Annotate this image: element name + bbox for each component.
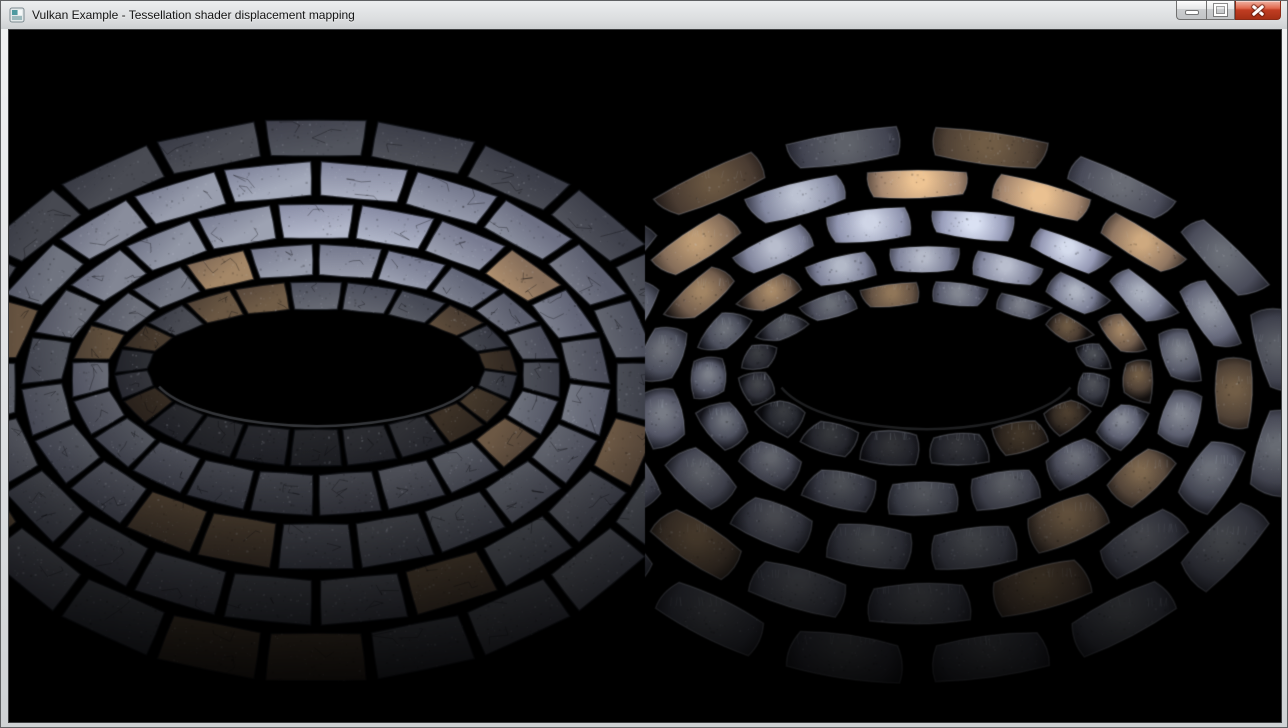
app-icon[interactable]: [9, 7, 25, 23]
maximize-icon: [1214, 4, 1227, 16]
app-window: Vulkan Example - Tessellation shader dis…: [0, 0, 1288, 728]
window-controls: [1176, 1, 1281, 20]
close-icon: [1251, 4, 1265, 16]
render-client-area: [8, 29, 1282, 723]
title-bar[interactable]: Vulkan Example - Tessellation shader dis…: [1, 1, 1287, 29]
window-title: Vulkan Example - Tessellation shader dis…: [32, 8, 355, 22]
minimize-icon: [1186, 11, 1198, 14]
maximize-button[interactable]: [1206, 1, 1235, 20]
vulkan-render-viewport[interactable]: [9, 30, 1281, 722]
minimize-button[interactable]: [1176, 1, 1206, 20]
close-button[interactable]: [1235, 1, 1281, 20]
